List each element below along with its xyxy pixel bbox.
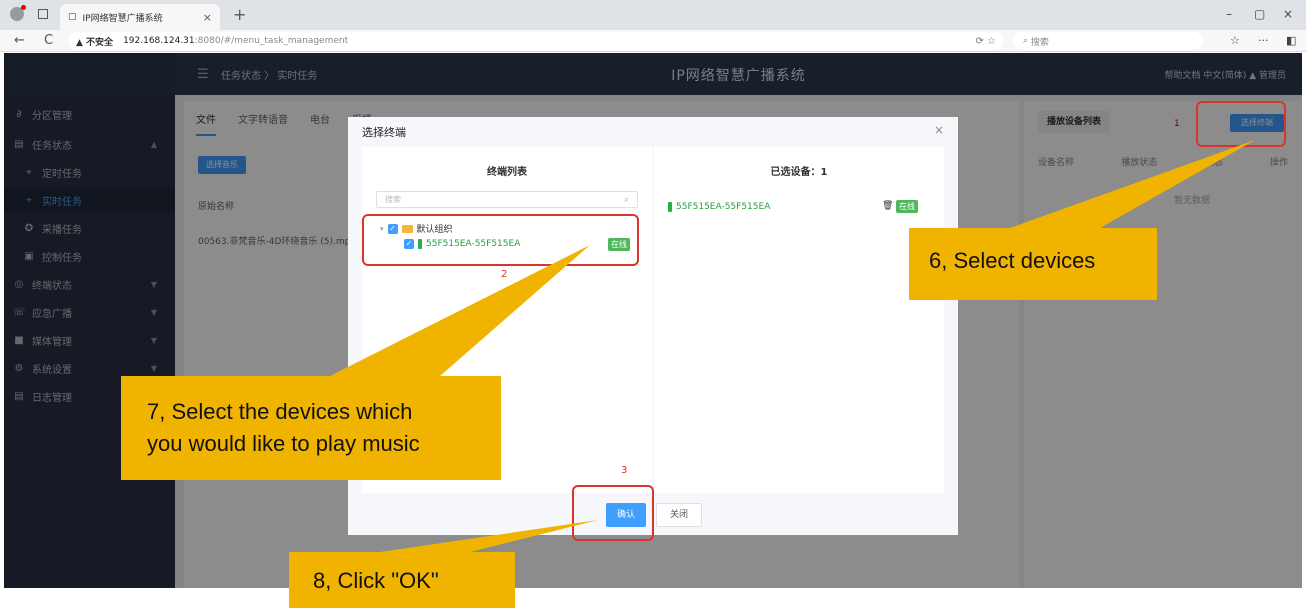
callout-pointers [330,140,1255,552]
callout-step7-line1: 7, Select the devices which [147,399,413,424]
pointer-step6 [1010,140,1255,228]
pointer-step7 [330,245,590,376]
callout-step7: 7, Select the devices which you would li… [121,376,501,480]
callout-step6: 6, Select devices [909,228,1157,300]
callout-step8: 8, Click "OK" [289,552,515,608]
pointer-step8 [380,520,598,552]
callout-step7-line2: you would like to play music [147,431,420,456]
